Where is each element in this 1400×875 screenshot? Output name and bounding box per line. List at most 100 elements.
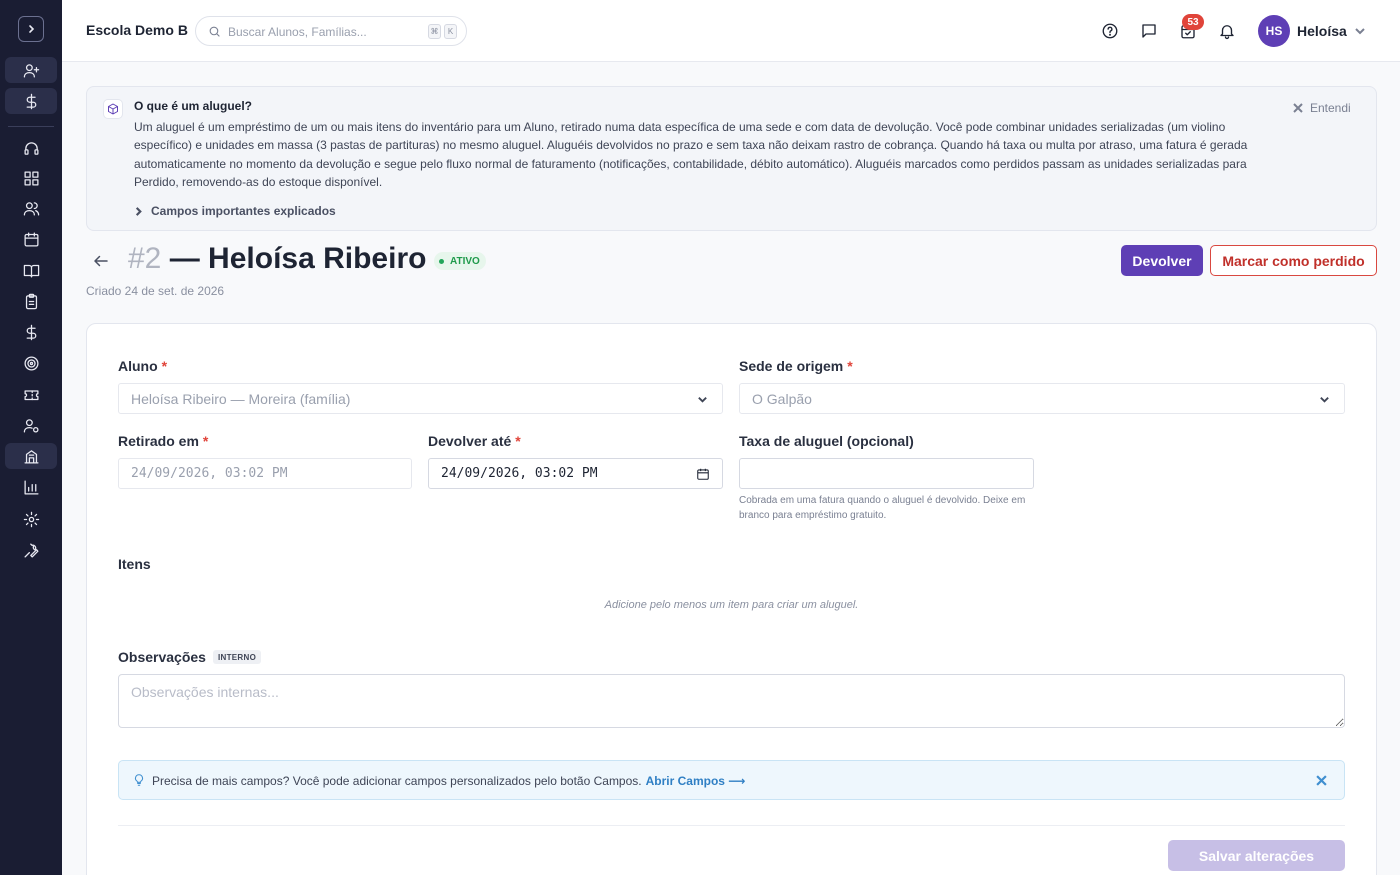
return-button[interactable]: Devolver [1121, 245, 1203, 276]
tip-message: Precisa de mais campos? Você pode adicio… [152, 774, 642, 788]
notes-textarea[interactable] [118, 674, 1345, 728]
bar-chart-icon [23, 479, 39, 495]
sidebar-item-calendar[interactable] [5, 226, 57, 252]
location-label: Sede de origem * [739, 358, 853, 374]
info-dismiss-label: Entendi [1310, 101, 1351, 115]
calendar-icon[interactable] [696, 467, 710, 481]
sidebar-item-tickets[interactable] [5, 381, 57, 407]
user-plus-icon [23, 63, 39, 78]
info-expand-label: Campos importantes explicados [151, 204, 336, 218]
user-settings-icon [23, 418, 39, 433]
items-label: Itens [118, 556, 151, 572]
search-input[interactable] [228, 23, 418, 41]
student-select-value: Heloísa Ribeiro — Moreira (família) [131, 391, 351, 407]
sidebar-item-add-student[interactable] [5, 57, 57, 83]
dollar-icon [26, 324, 36, 340]
info-expand-toggle[interactable]: Campos importantes explicados [134, 204, 336, 218]
sidebar-item-lessons[interactable] [5, 257, 57, 283]
location-select-value: O Galpão [752, 391, 812, 407]
tasks-count-badge: 53 [1182, 14, 1204, 30]
card-footer-divider [118, 825, 1345, 826]
ticket-icon [23, 389, 39, 400]
location-select[interactable]: O Galpão [739, 383, 1345, 414]
rentals-icon [23, 449, 39, 464]
sidebar-item-billing[interactable] [5, 88, 57, 114]
info-dismiss-button[interactable]: Entendi [1293, 101, 1351, 115]
chevron-right-icon [135, 206, 142, 216]
help-icon [1102, 23, 1118, 39]
fee-label: Taxa de aluguel (opcional) [739, 433, 914, 449]
dashboard-icon [23, 170, 39, 186]
package-icon [108, 103, 118, 115]
chevron-right-icon [29, 25, 35, 33]
info-title: O que é um aluguel? [134, 99, 253, 113]
internal-badge: INTERNO [213, 650, 262, 664]
notifications-button[interactable] [1217, 21, 1237, 41]
sidebar-item-goals[interactable] [5, 350, 57, 376]
global-search[interactable]: ⌘ K [195, 16, 467, 46]
box-icon-container [103, 99, 123, 119]
mark-lost-button[interactable]: Marcar como perdido [1210, 245, 1377, 276]
sidebar-item-dashboard[interactable] [5, 165, 57, 191]
sidebar-item-tasks[interactable] [5, 288, 57, 314]
due-datetime-value: 24/09/2026, 03:02 PM [441, 466, 598, 481]
rental-title: — Heloísa Ribeiro [169, 242, 427, 275]
sidebar-item-support[interactable] [5, 135, 57, 161]
book-icon [23, 264, 39, 278]
calendar-icon [23, 231, 39, 247]
sidebar-toggle-button[interactable] [18, 16, 44, 42]
close-icon[interactable] [1316, 775, 1327, 786]
save-changes-button[interactable]: Salvar alterações [1168, 840, 1345, 871]
checkout-label: Retirado em * [118, 433, 209, 449]
created-date: Criado 24 de set. de 2026 [86, 284, 225, 298]
avatar[interactable]: HS [1258, 15, 1290, 47]
search-icon [209, 26, 220, 37]
dollar-icon [26, 93, 36, 109]
bell-icon [1220, 25, 1234, 40]
checkout-datetime-field: 24/09/2026, 03:02 PM [118, 458, 412, 489]
users-icon [23, 201, 39, 216]
kbd-k: K [444, 24, 457, 39]
chevron-down-icon[interactable] [1354, 25, 1366, 37]
status-badge: ATIVO [434, 252, 486, 270]
sidebar-item-students[interactable] [5, 195, 57, 221]
back-arrow-icon[interactable] [92, 252, 110, 270]
sidebar-item-rentals[interactable] [5, 443, 57, 469]
due-label: Devolver até * [428, 433, 521, 449]
chevron-down-icon [1320, 397, 1329, 403]
student-label: Aluno * [118, 358, 168, 374]
sidebar [0, 0, 62, 875]
top-bar: Escola Demo B ⌘ K 53 HS Heloísa [62, 0, 1400, 62]
lightbulb-icon [134, 774, 144, 786]
chevron-down-icon [698, 397, 707, 403]
student-select[interactable]: Heloísa Ribeiro — Moreira (família) [118, 383, 723, 414]
tip-text: Precisa de mais campos? Você pode adicio… [152, 774, 746, 788]
sidebar-item-reports[interactable] [5, 474, 57, 500]
user-menu-name[interactable]: Heloísa [1297, 23, 1347, 39]
headset-icon [23, 141, 39, 155]
sidebar-item-finance[interactable] [5, 319, 57, 345]
kbd-cmd: ⌘ [428, 24, 441, 39]
help-button[interactable] [1100, 21, 1120, 41]
open-fields-link[interactable]: Abrir Campos ⟶ [646, 774, 746, 788]
page-title: #2 — Heloísa Ribeiro [128, 242, 426, 276]
custom-fields-tip: Precisa de mais campos? Você pode adicio… [118, 760, 1345, 800]
notes-label: Observações [118, 649, 206, 665]
clipboard-icon [25, 293, 37, 309]
close-icon [1293, 103, 1303, 113]
school-name[interactable]: Escola Demo B [86, 22, 188, 38]
fee-help-text: Cobrada em uma fatura quando o aluguel é… [739, 495, 1026, 521]
status-dot [439, 258, 444, 264]
status-label: ATIVO [450, 255, 480, 267]
target-icon [23, 355, 39, 371]
due-datetime-field[interactable]: 24/09/2026, 03:02 PM [428, 458, 723, 489]
sidebar-divider [8, 126, 54, 127]
messages-button[interactable] [1139, 21, 1159, 41]
sidebar-item-staff[interactable] [5, 412, 57, 438]
sidebar-item-settings[interactable] [5, 506, 57, 532]
gear-icon [23, 511, 39, 527]
fee-input[interactable] [739, 458, 1034, 489]
items-empty-message: Adicione pelo menos um item para criar u… [604, 599, 859, 611]
info-body: Um aluguel é um empréstimo de um ou mais… [134, 120, 1248, 190]
sidebar-item-tools[interactable] [5, 537, 57, 563]
